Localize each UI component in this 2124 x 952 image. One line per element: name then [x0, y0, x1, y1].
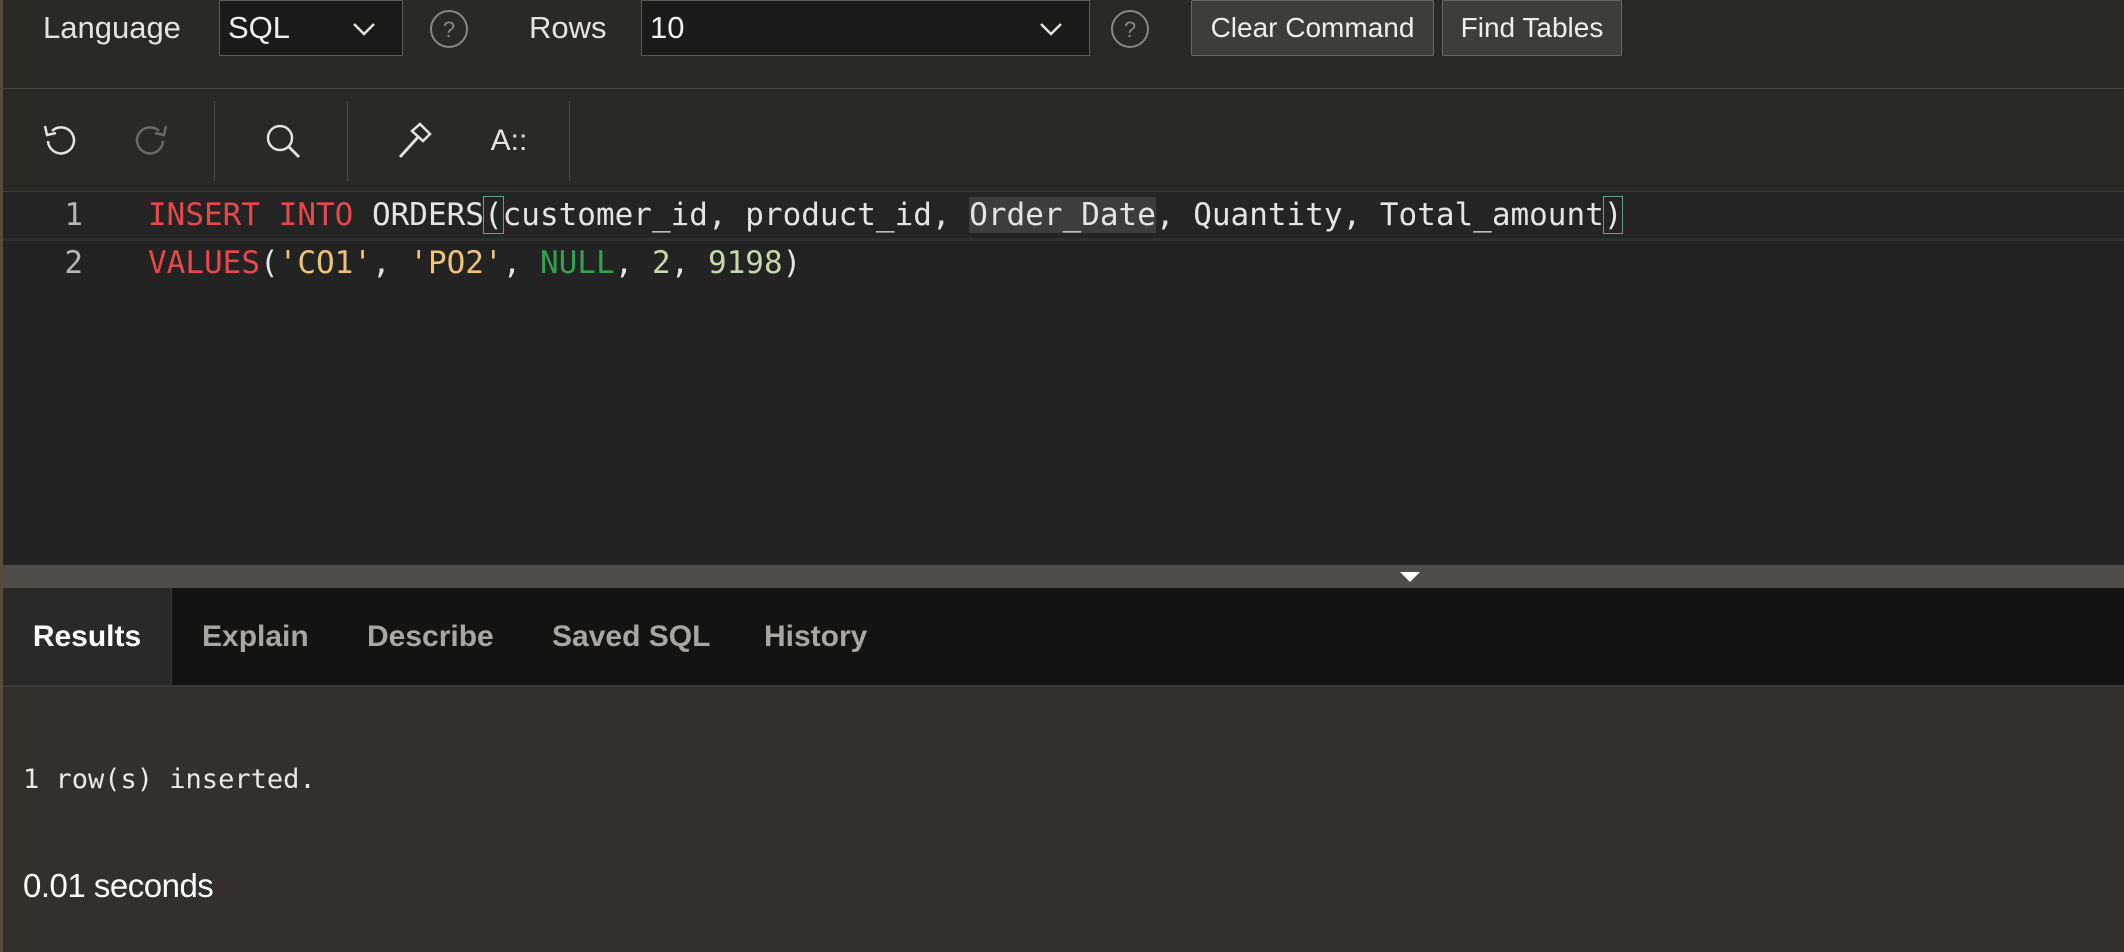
results-panel: 1 row(s) inserted. 0.01 seconds	[3, 687, 2124, 952]
number-token: 9198	[707, 245, 783, 281]
rows-select[interactable]: 10	[641, 0, 1090, 56]
line-number: 2	[64, 245, 83, 281]
language-select[interactable]: SQL	[219, 0, 403, 56]
null-token: NULL	[539, 245, 615, 281]
chevron-down-icon	[1040, 23, 1062, 36]
editor-toolbar: A::	[3, 89, 2124, 192]
code-line: VALUES('CO1', 'PO2', NULL, 2, 9198)	[148, 240, 801, 286]
bracket-token: )	[1602, 196, 1624, 234]
rows-label: Rows	[529, 10, 607, 45]
toolbar-divider	[569, 101, 570, 181]
language-label: Language	[43, 10, 181, 45]
keyword-token: INSERT	[148, 197, 260, 233]
keyword-token: VALUES	[148, 245, 260, 281]
undo-icon	[43, 125, 76, 155]
elapsed-time: 0.01 seconds	[23, 867, 214, 904]
redo-button[interactable]	[123, 113, 179, 169]
command-toolbar: Language SQL ? Rows 10 ? Clear Command F…	[3, 0, 2124, 89]
pane-splitter[interactable]	[3, 565, 2124, 588]
toolbar-divider	[214, 101, 215, 181]
code-token: customer_id, product_id,	[502, 197, 970, 233]
find-tables-button[interactable]: Find Tables	[1442, 0, 1622, 56]
highlighted-token: Order_Date	[969, 197, 1156, 233]
keyword-token: INTO	[278, 197, 354, 233]
code-token: )	[782, 245, 802, 281]
sql-editor[interactable]: 1 INSERT INTO ORDERS(customer_id, produc…	[3, 192, 2124, 565]
bracket-token: (	[482, 196, 504, 234]
code-token: ,	[371, 245, 410, 281]
help-icon[interactable]: ?	[429, 9, 469, 49]
code-line: INSERT INTO ORDERS(customer_id, product_…	[148, 192, 1624, 238]
line-number: 1	[64, 197, 83, 233]
format-button[interactable]: A::	[479, 113, 539, 169]
results-tabs: Results Explain Describe Saved SQL Histo…	[3, 588, 2124, 687]
code-token: ,	[502, 245, 540, 281]
clear-command-button[interactable]: Clear Command	[1191, 0, 1434, 56]
language-value: SQL	[228, 10, 291, 45]
string-token: 'CO1'	[278, 245, 372, 281]
build-button[interactable]	[386, 113, 442, 169]
search-icon	[266, 124, 300, 158]
toolbar-divider	[347, 101, 348, 181]
editor-line: 1 INSERT INTO ORDERS(customer_id, produc…	[3, 192, 2124, 241]
hammer-icon	[398, 122, 432, 158]
text-format-icon: A::	[490, 124, 528, 157]
svg-text:?: ?	[1124, 17, 1136, 42]
code-token: ,	[670, 245, 708, 281]
tab-saved-sql[interactable]: Saved SQL	[552, 588, 710, 685]
code-token: , Quantity, Total_amount	[1155, 197, 1604, 233]
tab-explain[interactable]: Explain	[202, 588, 309, 685]
search-button[interactable]	[255, 113, 311, 169]
tab-results[interactable]: Results	[3, 588, 172, 685]
chevron-down-icon	[353, 23, 375, 36]
rows-value: 10	[650, 10, 685, 45]
redo-icon	[135, 125, 168, 155]
number-token: 2	[651, 245, 671, 281]
svg-text:?: ?	[443, 17, 455, 42]
help-icon[interactable]: ?	[1110, 9, 1150, 49]
table-name-token: ORDERS	[353, 197, 484, 233]
string-token: 'PO2'	[409, 245, 503, 281]
tab-describe[interactable]: Describe	[367, 588, 494, 685]
code-token: ,	[614, 245, 652, 281]
result-message: 1 row(s) inserted.	[23, 764, 316, 795]
tab-history[interactable]: History	[764, 588, 867, 685]
editor-line: 2 VALUES('CO1', 'PO2', NULL, 2, 9198)	[3, 240, 2124, 286]
undo-button[interactable]	[32, 113, 88, 169]
collapse-arrow-icon[interactable]	[1400, 572, 1420, 582]
code-token: (	[259, 245, 279, 281]
